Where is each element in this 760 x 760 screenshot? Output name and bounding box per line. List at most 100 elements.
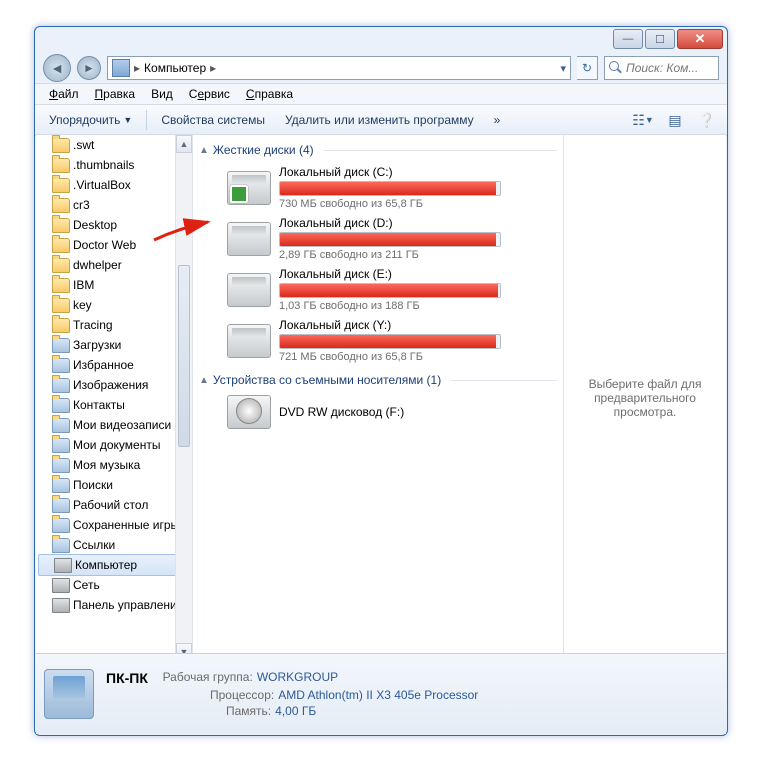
uninstall-button[interactable]: Удалить или изменить программу: [277, 110, 482, 130]
folder-icon: [52, 318, 70, 333]
refresh-button[interactable]: ↻: [577, 56, 598, 80]
minimize-button[interactable]: —: [613, 29, 643, 49]
tree-item-label: Desktop: [73, 218, 117, 232]
drive-item[interactable]: Локальный диск (D:)2,89 ГБ свободно из 2…: [227, 216, 557, 261]
main-view[interactable]: ▲ Жесткие диски (4) Локальный диск (C:) 7…: [193, 135, 564, 661]
search-icon: [609, 61, 623, 75]
tree-item-label: cr3: [73, 198, 90, 212]
folder-icon: [52, 338, 70, 353]
tree-item[interactable]: cr3: [36, 195, 192, 215]
breadcrumb-sep[interactable]: ▸: [210, 61, 216, 75]
scroll-up-button[interactable]: ▲: [176, 135, 192, 153]
collapse-icon[interactable]: ▲: [199, 145, 209, 156]
hard-drive-icon: [227, 222, 271, 256]
breadcrumb[interactable]: Компьютер: [144, 61, 206, 75]
tree-item-label: Мои документы: [73, 438, 160, 452]
tree-item[interactable]: .VirtualBox: [36, 175, 192, 195]
drive-item[interactable]: Локальный диск (Y:)721 МБ свободно из 65…: [227, 318, 557, 363]
folder-icon: [52, 458, 70, 473]
maximize-button[interactable]: ☐: [645, 29, 675, 49]
system-properties-button[interactable]: Свойства системы: [153, 110, 273, 130]
tree-item-label: IBM: [73, 278, 94, 292]
help-button[interactable]: ❔: [693, 109, 721, 131]
preview-pane-button[interactable]: ▤: [661, 109, 689, 131]
tree-item-label: Мои видеозаписи: [73, 418, 171, 432]
preview-pane: Выберите файл для предварительного просм…: [564, 135, 726, 661]
menu-edit[interactable]: Правка: [87, 85, 144, 103]
tree-item[interactable]: Tracing: [36, 315, 192, 335]
tree-item-label: Сохраненные игры: [73, 518, 179, 532]
drive-free-space: 1,03 ГБ свободно из 188 ГБ: [279, 300, 557, 312]
tree-item[interactable]: Сохраненные игры: [36, 515, 192, 535]
tree-item-label: .thumbnails: [73, 158, 134, 172]
tree-item-label: .swt: [73, 138, 94, 152]
folder-icon: [52, 178, 70, 193]
tree-item[interactable]: .swt: [36, 135, 192, 155]
tree-item[interactable]: Мои видеозаписи: [36, 415, 192, 435]
folder-icon: [52, 258, 70, 273]
menu-tools[interactable]: Сервис: [181, 85, 238, 103]
folder-icon: [52, 478, 70, 493]
tree-item[interactable]: IBM: [36, 275, 192, 295]
folder-icon: [52, 418, 70, 433]
sidebar-scrollbar[interactable]: ▲ ▼: [175, 135, 192, 661]
tree-item-label: Загрузки: [73, 338, 121, 352]
search-input[interactable]: Поиск: Ком...: [604, 56, 719, 80]
tree-item-label: Ссылки: [73, 538, 115, 552]
view-mode-button[interactable]: ☷ ▼: [629, 109, 657, 131]
address-dropdown[interactable]: ▾: [560, 62, 566, 75]
forward-button[interactable]: ►: [77, 56, 101, 80]
group-header-removable[interactable]: ▲ Устройства со съемными носителями (1): [199, 369, 557, 391]
search-placeholder: Поиск: Ком...: [626, 61, 698, 75]
menu-view[interactable]: Вид: [143, 85, 181, 103]
tree-item-label: .VirtualBox: [73, 178, 131, 192]
tree-item[interactable]: Рабочий стол: [36, 495, 192, 515]
menu-help[interactable]: Справка: [238, 85, 301, 103]
collapse-icon[interactable]: ▲: [199, 375, 209, 386]
tree-item[interactable]: dwhelper: [36, 255, 192, 275]
tree-item-label: Рабочий стол: [73, 498, 148, 512]
group-header-hdd[interactable]: ▲ Жесткие диски (4): [199, 139, 557, 161]
titlebar[interactable]: — ☐ ✕: [35, 27, 727, 53]
drive-name: Локальный диск (C:): [279, 165, 557, 179]
tree-item[interactable]: .thumbnails: [36, 155, 192, 175]
back-button[interactable]: ◄: [43, 54, 71, 82]
scroll-thumb[interactable]: [178, 265, 190, 447]
drive-dvd[interactable]: DVD RW дисковод (F:): [227, 395, 557, 429]
tree-item-label: Поиски: [73, 478, 113, 492]
tree-item[interactable]: Моя музыка: [36, 455, 192, 475]
tree-item[interactable]: Ссылки: [36, 535, 192, 555]
folder-icon: [52, 398, 70, 413]
drive-free-space: 730 МБ свободно из 65,8 ГБ: [279, 198, 557, 210]
tree-item[interactable]: Desktop: [36, 215, 192, 235]
menu-file[interactable]: Файл: [41, 85, 87, 103]
drive-item[interactable]: Локальный диск (C:) 730 МБ свободно из 65…: [227, 165, 557, 210]
tree-item-label: Избранное: [73, 358, 134, 372]
explorer-window: — ☐ ✕ ◄ ► ▸ Компьютер ▸ ▾ ↻ Поиск: Ком..…: [34, 26, 728, 736]
tree-item[interactable]: Панель управления: [36, 595, 192, 615]
device-icon: [52, 598, 70, 613]
organize-button[interactable]: Упорядочить ▼: [41, 110, 140, 130]
tree-item[interactable]: Компьютер: [38, 554, 190, 576]
computer-large-icon: [44, 669, 94, 719]
tree-item[interactable]: Избранное: [36, 355, 192, 375]
toolbar: Упорядочить ▼ Свойства системы Удалить и…: [35, 105, 727, 136]
tree-item[interactable]: Мои документы: [36, 435, 192, 455]
tree-item[interactable]: Сеть: [36, 575, 192, 595]
folder-icon: [52, 518, 70, 533]
tree-item-label: Моя музыка: [73, 458, 140, 472]
toolbar-more[interactable]: »: [486, 110, 509, 130]
tree-item[interactable]: Контакты: [36, 395, 192, 415]
tree-item[interactable]: Doctor Web: [36, 235, 192, 255]
address-bar[interactable]: ▸ Компьютер ▸ ▾: [107, 56, 571, 80]
statusbar: ПК-ПК Рабочая группа: WORKGROUP Процессо…: [36, 653, 726, 734]
folder-icon: [52, 158, 70, 173]
tree-item[interactable]: Изображения: [36, 375, 192, 395]
drive-item[interactable]: Локальный диск (E:)1,03 ГБ свободно из 1…: [227, 267, 557, 312]
tree-item[interactable]: Загрузки: [36, 335, 192, 355]
close-button[interactable]: ✕: [677, 29, 723, 49]
tree-item[interactable]: key: [36, 295, 192, 315]
folder-icon: [52, 238, 70, 253]
tree-item-label: Tracing: [73, 318, 113, 332]
tree-item[interactable]: Поиски: [36, 475, 192, 495]
